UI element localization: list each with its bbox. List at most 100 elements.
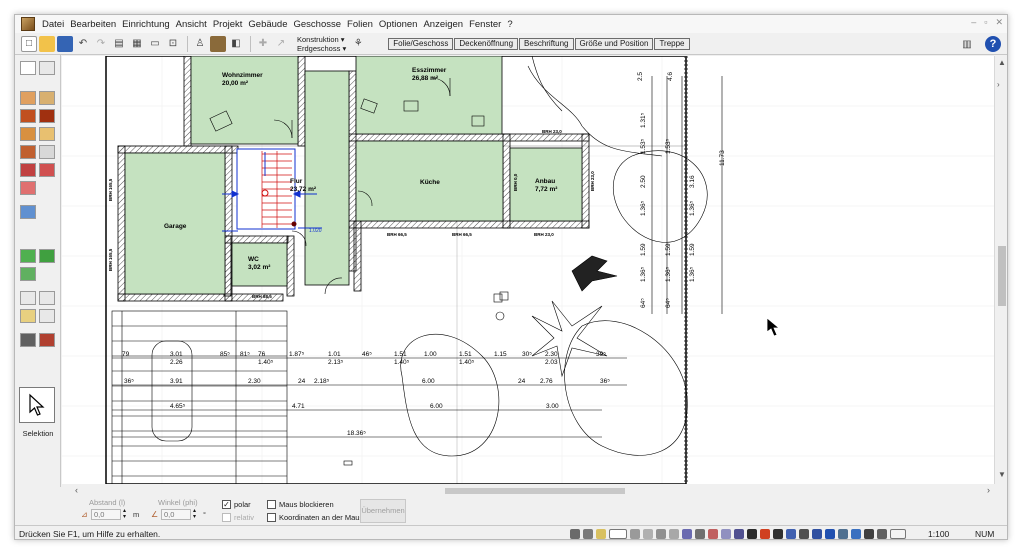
undo-icon[interactable]: ↶ [75,36,91,52]
menu-optionen[interactable]: Optionen [376,19,421,30]
export-icon[interactable] [890,529,906,539]
print-icon[interactable]: ▤ [111,36,127,52]
fire-icon[interactable] [760,529,770,539]
room-tool-icon[interactable] [39,109,55,123]
winkel-input[interactable]: 0,0 [161,509,191,520]
tab-treppe[interactable]: Treppe [654,37,690,50]
apply-button[interactable]: Übernehmen [360,499,406,523]
dimension-tool-icon[interactable] [20,291,36,305]
scale-indicator[interactable]: 1:100 [928,529,949,539]
object-icon[interactable] [747,529,757,539]
door-tool-icon[interactable] [39,91,55,105]
pencil-icon[interactable] [596,529,606,539]
roof-tool-icon[interactable] [20,145,36,159]
scroll-down-icon[interactable]: ▼ [998,470,1006,479]
presentation-icon[interactable]: ▭ [147,36,163,52]
winkel-stepper-icon[interactable]: ▴ ▾ [193,508,196,520]
menu-projekt[interactable]: Projekt [210,19,246,30]
drawing-canvas[interactable]: 1.020 Wohnzimmer 20,00 m² Esszimmer 26,8… [62,56,994,484]
maus-blockieren-checkbox[interactable]: Maus blockieren [267,500,334,509]
link-icon[interactable] [609,529,627,539]
layer-floor-dropdown[interactable]: Konstruktion ▾ Erdgeschoss ▾ [297,35,346,53]
library-icon[interactable]: ▥ [959,36,975,52]
restore-icon[interactable]: ▫ [984,17,987,28]
menu-ansicht[interactable]: Ansicht [173,19,210,30]
polar-checkbox[interactable]: ✓ polar [222,500,251,509]
layers-icon[interactable] [643,529,653,539]
print-area-icon[interactable] [799,529,809,539]
layers-icon[interactable]: ⚘ [350,36,366,52]
chart-icon[interactable] [786,529,796,539]
help-icon[interactable]: ? [985,36,1001,52]
redo-icon[interactable]: ↷ [93,36,109,52]
new-file-icon[interactable]: □ [21,35,37,52]
grid-icon[interactable] [583,529,593,539]
column-tool-icon[interactable] [39,145,55,159]
menu-fenster[interactable]: Fenster [466,19,504,30]
ceiling-tool-icon[interactable] [39,127,55,141]
scroll-up-icon[interactable]: ▲ [998,58,1006,67]
vertical-scroll-thumb[interactable] [998,246,1006,306]
menu-anzeigen[interactable]: Anzeigen [420,19,466,30]
flag-icon[interactable] [773,529,783,539]
horizontal-scroll-thumb[interactable] [445,488,625,494]
sheet-icon[interactable] [669,529,679,539]
menu-folien[interactable]: Folien [344,19,376,30]
landscape-tool-icon[interactable] [20,267,36,281]
list-icon[interactable] [656,529,666,539]
open-folder-icon[interactable] [39,35,55,52]
arrows-icon[interactable] [708,529,718,539]
terrain-tool-icon[interactable] [20,249,36,263]
save-icon[interactable] [57,35,73,52]
select-arrow-icon[interactable] [20,61,36,75]
scroll-right-arrow-icon[interactable]: › [997,80,1000,89]
tab-folie-geschoss[interactable]: Folie/Geschoss [388,37,454,50]
object-tool-icon[interactable] [20,181,36,195]
scroll-left-icon[interactable]: ‹ [75,485,78,495]
group-tool-icon[interactable] [20,333,36,347]
cube-icon[interactable] [825,529,835,539]
menu-einrichtung[interactable]: Einrichtung [119,19,173,30]
layer-dropdown[interactable]: Konstruktion ▾ [297,35,346,44]
room-flur[interactable] [304,70,350,286]
tab-deckenoeffnung[interactable]: Deckenöffnung [454,37,519,50]
vertical-scrollbar[interactable]: ▲ › ▼ [994,56,1007,484]
settings-icon[interactable] [695,529,705,539]
figure-icon[interactable] [734,529,744,539]
render-icon[interactable]: ◧ [228,36,244,52]
abstand-input[interactable]: 0,0 [91,509,121,520]
transfer-icon[interactable] [877,529,887,539]
close-icon[interactable]: ✕ [995,17,1003,28]
menu-bearbeiten[interactable]: Bearbeiten [67,19,119,30]
plant-tool-icon[interactable] [39,249,55,263]
menu-datei[interactable]: Datei [39,19,67,30]
opening-tool-icon[interactable] [39,163,55,177]
beam-tool-icon[interactable] [20,163,36,177]
room-wohnzimmer[interactable] [190,56,299,145]
walk-icon[interactable]: ♙ [192,36,208,52]
plan-icon[interactable] [851,529,861,539]
table-icon[interactable] [630,529,640,539]
line-tool-icon[interactable] [39,309,55,323]
selection-tool-button[interactable] [19,387,55,423]
abstand-stepper-icon[interactable]: ▴ ▾ [123,508,126,520]
relativ-checkbox[interactable]: relativ [222,513,254,522]
select-area-icon[interactable] [39,61,55,75]
menu-help[interactable]: ? [504,19,515,30]
floor-dropdown[interactable]: Erdgeschoss ▾ [297,44,346,53]
furniture-tool-icon[interactable] [39,333,55,347]
window-tool-icon[interactable] [20,109,36,123]
tab-beschriftung[interactable]: Beschriftung [519,37,574,50]
tab-groesse-position[interactable]: Größe und Position [574,37,654,50]
snap-icon[interactable] [721,529,731,539]
koordinaten-checkbox[interactable]: Koordinaten an der Maus [267,513,363,522]
image-icon[interactable] [838,529,848,539]
walk-tool-icon[interactable] [20,205,36,219]
pen-tool-icon[interactable] [20,309,36,323]
display-icon[interactable] [682,529,692,539]
print-preview-icon[interactable]: ▦ [129,36,145,52]
zoom-window-icon[interactable]: ⊡ [165,36,181,52]
snap-icon[interactable]: ✚ [255,36,271,52]
horizontal-scrollbar[interactable]: ‹ › [73,485,994,497]
minimize-icon[interactable]: – [971,17,976,28]
